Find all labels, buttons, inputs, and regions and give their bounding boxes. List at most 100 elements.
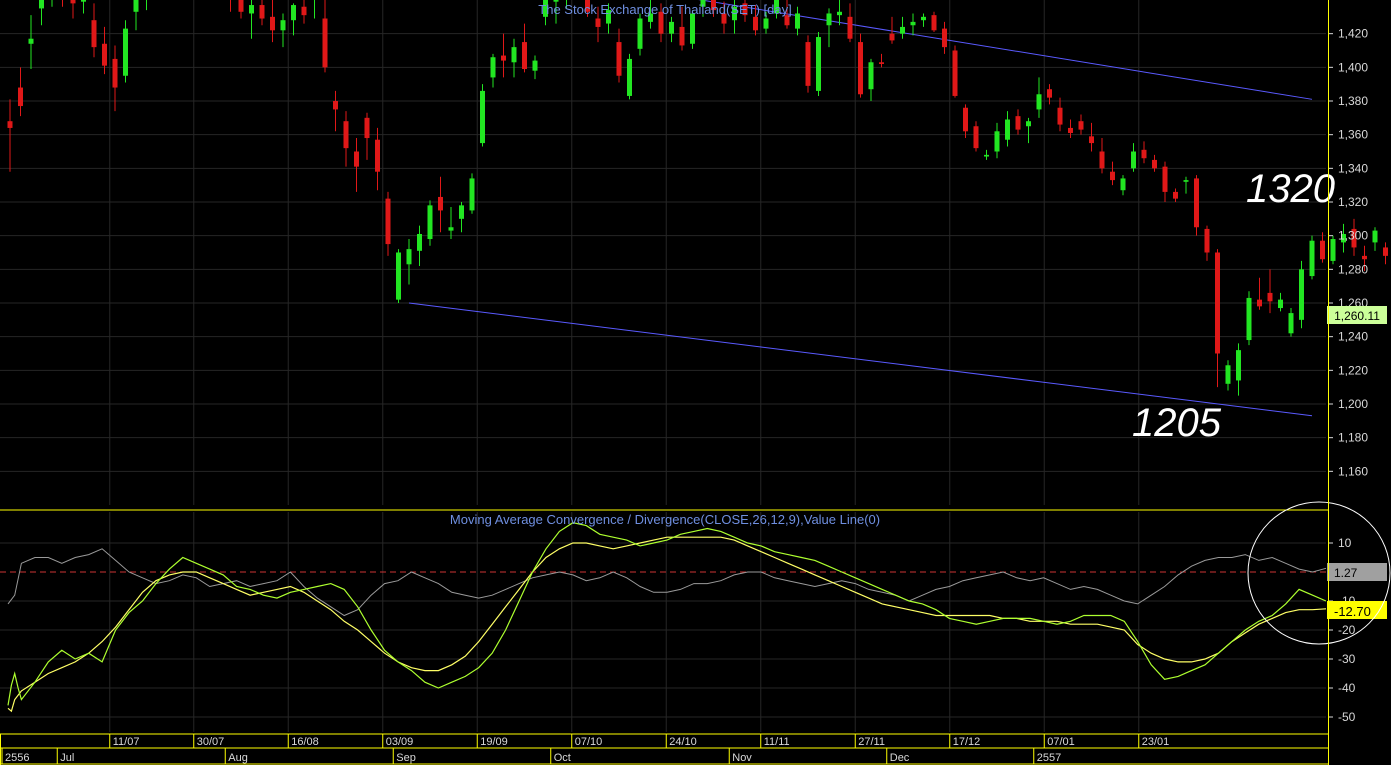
candle-body xyxy=(1015,116,1021,130)
macd-value-badge: -12.70 xyxy=(1327,601,1387,619)
macd-axis-tick-label: -40 xyxy=(1338,681,1356,695)
candle-body xyxy=(39,0,44,9)
candle-body xyxy=(931,15,937,31)
price-axis-tick-label: 1,220 xyxy=(1338,363,1368,377)
candle-body xyxy=(18,87,23,107)
candle-body xyxy=(1036,94,1042,110)
candle xyxy=(952,45,958,98)
candle-body xyxy=(1330,239,1336,261)
date-tick-label: 24/10 xyxy=(669,736,697,748)
candle-body xyxy=(816,37,821,91)
candle-body xyxy=(396,252,401,300)
macd-axis-tick-label: 10 xyxy=(1338,536,1352,550)
candle xyxy=(1330,235,1336,265)
candle-body xyxy=(900,26,905,34)
macd-chart-title: Moving Average Convergence / Divergence(… xyxy=(450,512,880,527)
candle-body xyxy=(322,18,328,68)
candle-body xyxy=(1278,299,1283,309)
candle-body xyxy=(1026,121,1031,127)
candle-body xyxy=(795,13,800,29)
candle xyxy=(396,249,401,303)
candle-body xyxy=(469,178,475,211)
candle-body xyxy=(837,11,842,16)
candle-body xyxy=(28,38,34,44)
candle-body xyxy=(1131,151,1136,169)
candle xyxy=(1194,175,1199,236)
candle-body xyxy=(1267,292,1273,302)
candle xyxy=(1246,291,1252,346)
candle xyxy=(427,200,433,246)
value-line-badge: 1.27 xyxy=(1327,563,1387,581)
candle-body xyxy=(805,42,811,86)
candle-body xyxy=(984,154,989,157)
candle-body xyxy=(490,57,496,78)
candle-body xyxy=(406,249,412,265)
date-tick-label: 30/07 xyxy=(197,736,225,748)
candle-body xyxy=(238,0,244,12)
macd-value-label: -12.70 xyxy=(1334,604,1371,619)
candle-body xyxy=(679,26,685,46)
candle-body xyxy=(1110,171,1115,181)
candle-body xyxy=(91,20,97,48)
candle-body xyxy=(354,151,359,167)
candle xyxy=(469,173,475,214)
candle-body xyxy=(333,101,338,110)
candle-body xyxy=(249,5,254,14)
candle xyxy=(1309,235,1315,280)
candle-body xyxy=(942,28,947,48)
candle-body xyxy=(1309,240,1315,277)
period-tick-label: Nov xyxy=(732,752,752,764)
candle xyxy=(805,35,811,93)
date-tick-label: 27/11 xyxy=(858,736,885,748)
candle-body xyxy=(291,5,296,21)
candle xyxy=(627,53,632,100)
period-tick-label: Sep xyxy=(396,752,416,764)
candle-body xyxy=(1047,89,1052,98)
period-tick-label: 2557 xyxy=(1037,752,1061,764)
candle-body xyxy=(133,0,139,12)
candle-body xyxy=(459,205,464,219)
macd-axis-tick-label: -50 xyxy=(1338,710,1356,724)
macd-axis-tick-label: -30 xyxy=(1338,652,1356,666)
candle-body xyxy=(1288,313,1294,334)
stock-chart: The Stock Exchange of Thailand(SET) [day… xyxy=(0,0,1391,765)
candle-body xyxy=(427,205,433,240)
candle-body xyxy=(973,126,979,149)
date-tick-label: 07/01 xyxy=(1047,736,1075,748)
annotation-low-1205: 1205 xyxy=(1132,401,1222,445)
candle-body xyxy=(1099,151,1105,169)
period-tick-label: 2556 xyxy=(5,752,29,764)
candle-body xyxy=(690,13,695,44)
candle-body xyxy=(102,43,107,66)
candle-body xyxy=(375,139,380,172)
candle-body xyxy=(259,5,265,19)
date-tick-label: 11/11 xyxy=(764,736,790,748)
candle-body xyxy=(1120,178,1126,191)
candle-body xyxy=(994,131,1000,152)
candle-body xyxy=(364,117,370,139)
date-tick-label: 19/09 xyxy=(480,736,508,748)
candle-body xyxy=(847,16,853,39)
candle-body xyxy=(1299,269,1304,320)
candle-body xyxy=(1257,299,1262,307)
price-axis-tick-label: 1,180 xyxy=(1338,431,1368,445)
candle-body xyxy=(112,58,118,88)
price-chart-title: The Stock Exchange of Thailand(SET) [day… xyxy=(538,2,791,17)
candle-body xyxy=(889,33,895,41)
candle-body xyxy=(595,18,601,27)
candle-body xyxy=(1246,297,1252,341)
candle-body xyxy=(963,107,968,132)
price-axis-tick-label: 1,420 xyxy=(1338,27,1368,41)
candle-body xyxy=(868,62,874,90)
candle-body xyxy=(826,13,832,26)
candle xyxy=(858,33,863,98)
candle-body xyxy=(1383,247,1388,256)
candle-body xyxy=(480,90,485,144)
candle-body xyxy=(438,196,443,211)
candle-body xyxy=(81,0,86,2)
candle-body xyxy=(1089,136,1094,144)
candle-body xyxy=(1068,127,1073,133)
date-tick-label: 11/07 xyxy=(113,736,140,748)
candle-body xyxy=(1215,252,1220,354)
candle-body xyxy=(270,16,275,31)
